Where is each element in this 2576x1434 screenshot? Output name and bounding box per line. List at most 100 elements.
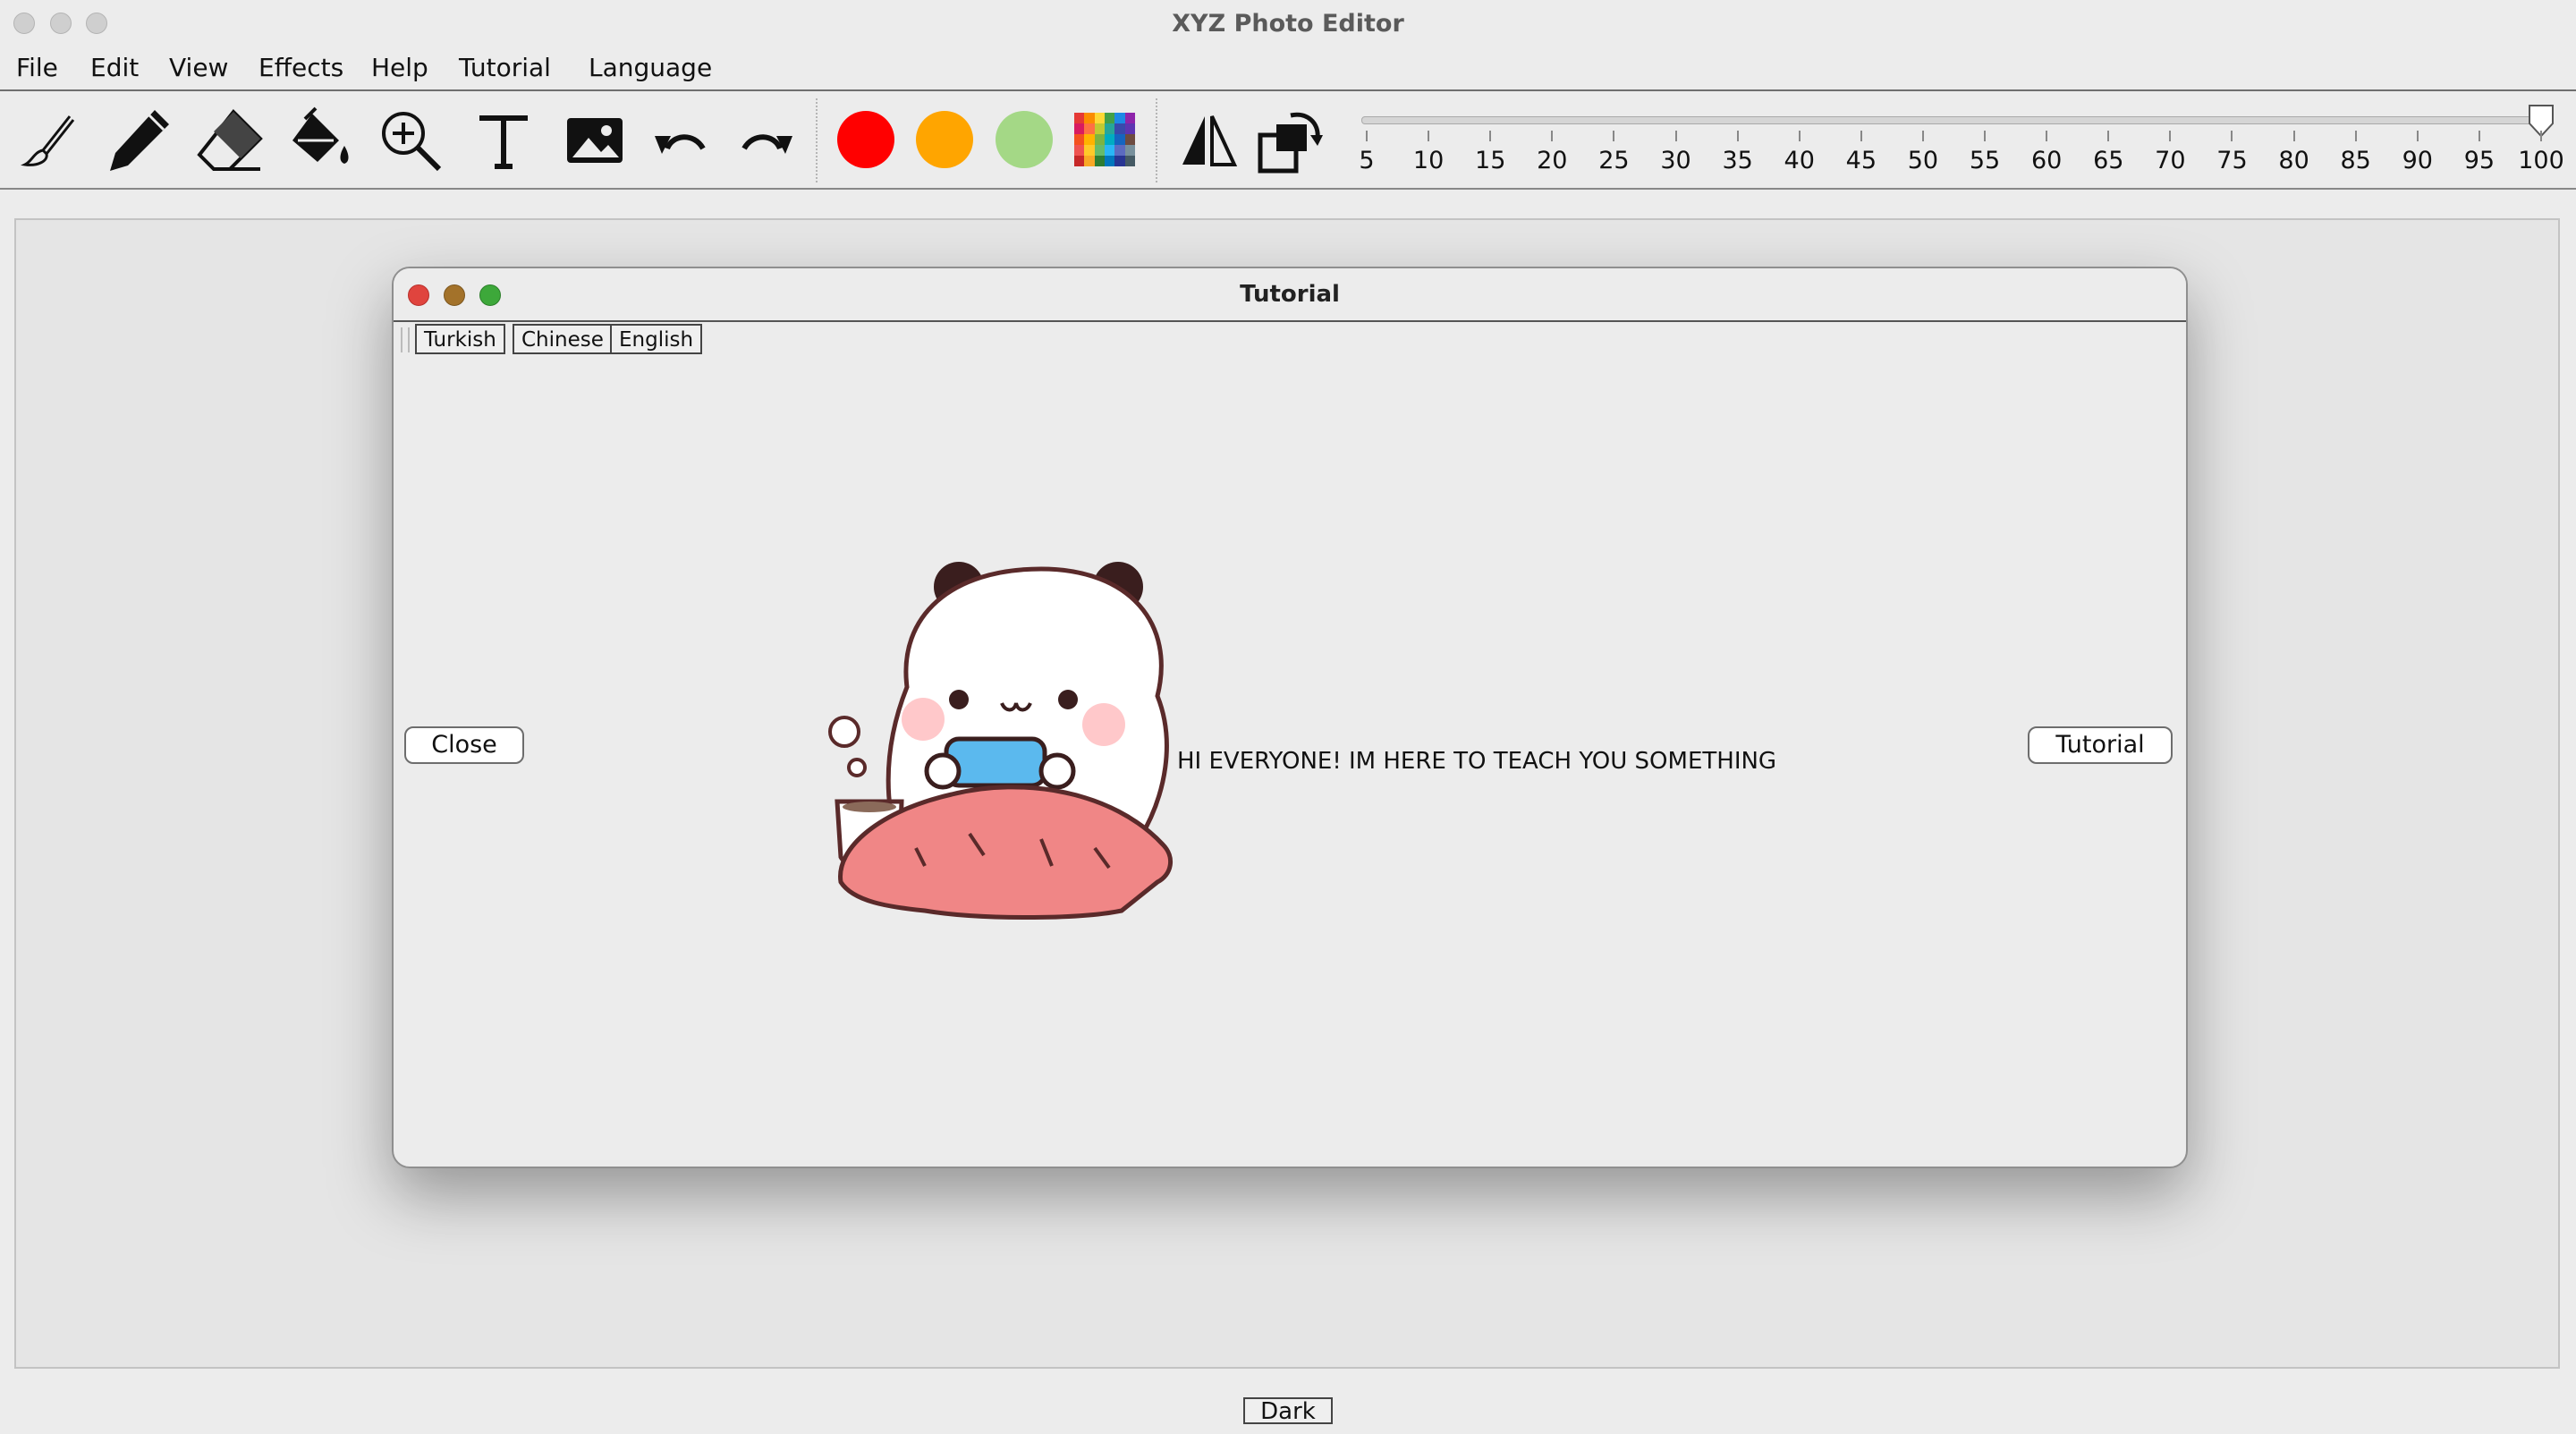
window-titlebar: XYZ Photo Editor bbox=[0, 0, 2576, 48]
dialog-title: Tutorial bbox=[1240, 281, 1340, 308]
slider-tick-label: 100 bbox=[2518, 147, 2564, 174]
menu-tutorial[interactable]: Tutorial bbox=[459, 52, 551, 84]
color-picker-icon[interactable] bbox=[1074, 113, 1135, 166]
color-grid-cell bbox=[1124, 123, 1135, 134]
slider-tick bbox=[2169, 131, 2172, 141]
slider-tick-label: 85 bbox=[2340, 147, 2371, 174]
slider-tick-label: 75 bbox=[2216, 147, 2248, 174]
slider-tick bbox=[1736, 131, 1739, 141]
color-grid-cell bbox=[1074, 145, 1085, 156]
menu-view[interactable]: View bbox=[169, 52, 228, 84]
slider-tick bbox=[2046, 131, 2048, 141]
color-grid-cell bbox=[1124, 145, 1135, 156]
color-grid-cell bbox=[1104, 134, 1115, 145]
color-grid-cell bbox=[1104, 123, 1115, 134]
color-grid-cell bbox=[1114, 134, 1125, 145]
slider-tick bbox=[1551, 131, 1554, 141]
color-grid-cell bbox=[1084, 145, 1095, 156]
color-grid-cell bbox=[1104, 145, 1115, 156]
color-grid-cell bbox=[1124, 156, 1135, 166]
color-grid-cell bbox=[1104, 113, 1115, 123]
menu-file[interactable]: File bbox=[16, 52, 58, 84]
slider-tick bbox=[1613, 131, 1615, 141]
color-grid-cell bbox=[1104, 156, 1115, 166]
slider-tick-label: 50 bbox=[1907, 147, 1939, 174]
color-grid-cell bbox=[1114, 145, 1125, 156]
color-grid-cell bbox=[1084, 156, 1095, 166]
slider-tick-label: 40 bbox=[1784, 147, 1815, 174]
slider-tick-label: 5 bbox=[1359, 147, 1375, 174]
slider-tick bbox=[1860, 131, 1862, 141]
menu-language[interactable]: Language bbox=[589, 52, 712, 84]
color-swatch-green[interactable] bbox=[996, 111, 1053, 168]
zoom-in-icon[interactable] bbox=[370, 100, 451, 181]
color-grid-cell bbox=[1074, 156, 1085, 166]
image-icon[interactable] bbox=[555, 100, 635, 181]
toolbar-separator bbox=[816, 98, 818, 182]
slider-tick-label: 20 bbox=[1537, 147, 1568, 174]
slider-tick bbox=[1428, 131, 1430, 141]
menu-edit[interactable]: Edit bbox=[90, 52, 139, 84]
language-turkish-button[interactable]: Turkish bbox=[415, 324, 505, 354]
tutorial-button[interactable]: Tutorial bbox=[2028, 726, 2173, 764]
slider-tick-label: 15 bbox=[1475, 147, 1506, 174]
color-swatch-orange[interactable] bbox=[916, 111, 973, 168]
menu-effects[interactable]: Effects bbox=[258, 52, 343, 84]
color-grid-cell bbox=[1114, 113, 1125, 123]
slider-tick bbox=[2292, 131, 2295, 141]
tutorial-dialog: Tutorial Turkish Chinese English Close T… bbox=[392, 267, 2188, 1168]
rotate-icon[interactable] bbox=[1250, 100, 1331, 181]
slider-tick bbox=[2540, 131, 2542, 141]
slider-tick bbox=[1984, 131, 1987, 141]
language-english-button[interactable]: English bbox=[610, 324, 703, 354]
menu-help[interactable]: Help bbox=[371, 52, 428, 84]
color-grid-cell bbox=[1094, 134, 1105, 145]
slider-tick-label: 90 bbox=[2402, 147, 2433, 174]
slider-tick-label: 45 bbox=[1845, 147, 1877, 174]
eraser-icon[interactable] bbox=[190, 100, 270, 181]
color-grid-cell bbox=[1074, 134, 1085, 145]
slider-tick-label: 55 bbox=[1969, 147, 2001, 174]
dark-mode-button[interactable]: Dark bbox=[1243, 1397, 1333, 1424]
color-grid-cell bbox=[1124, 134, 1135, 145]
text-icon[interactable] bbox=[463, 100, 544, 181]
color-grid-cell bbox=[1084, 123, 1095, 134]
slider-tick-label: 70 bbox=[2155, 147, 2186, 174]
slider-tick bbox=[2231, 131, 2233, 141]
slider-tick-label: 65 bbox=[2093, 147, 2124, 174]
slider-tick-label: 35 bbox=[1722, 147, 1753, 174]
redo-icon[interactable] bbox=[726, 100, 807, 181]
color-grid-cell bbox=[1084, 113, 1095, 123]
paint-bucket-icon[interactable] bbox=[281, 100, 361, 181]
slider-tick bbox=[1921, 131, 1924, 141]
slider-tick-label: 80 bbox=[2278, 147, 2309, 174]
color-grid-cell bbox=[1114, 123, 1125, 134]
brush-icon[interactable] bbox=[9, 100, 89, 181]
slider-tick bbox=[1674, 131, 1677, 141]
tutorial-message: HI EVERYONE! IM HERE TO TEACH YOU SOMETH… bbox=[1177, 748, 1777, 775]
color-grid-cell bbox=[1094, 145, 1105, 156]
color-grid-cell bbox=[1094, 123, 1105, 134]
close-button[interactable]: Close bbox=[404, 726, 524, 764]
slider-tick bbox=[2107, 131, 2110, 141]
slider-tick-label: 60 bbox=[2030, 147, 2063, 174]
panda-mascot-illustration bbox=[828, 562, 1173, 920]
color-grid-cell bbox=[1094, 113, 1105, 123]
toolbar-grip[interactable] bbox=[401, 327, 410, 352]
slider-tick bbox=[1366, 131, 1368, 141]
dialog-titlebar: Tutorial bbox=[394, 268, 2186, 322]
color-grid-cell bbox=[1124, 113, 1135, 123]
slider-tick-label: 10 bbox=[1412, 147, 1445, 174]
color-swatch-red[interactable] bbox=[837, 111, 894, 168]
language-chinese-button[interactable]: Chinese bbox=[513, 324, 613, 354]
slider-tick-label: 30 bbox=[1660, 147, 1691, 174]
slider-tick bbox=[2416, 131, 2419, 141]
flip-horizontal-icon[interactable] bbox=[1168, 100, 1249, 181]
size-slider-track[interactable] bbox=[1361, 116, 2548, 124]
slider-tick bbox=[1798, 131, 1801, 141]
undo-icon[interactable] bbox=[640, 100, 721, 181]
color-grid-cell bbox=[1094, 156, 1105, 166]
pencil-icon[interactable] bbox=[98, 100, 179, 181]
toolbar: 5 10 15 20 25 30 35 40 45 50 55 60 65 70 75 80 85 90 95 100 bbox=[0, 91, 2576, 190]
menu-bar: File Edit View Effects Help Tutorial Lan… bbox=[0, 48, 2576, 91]
